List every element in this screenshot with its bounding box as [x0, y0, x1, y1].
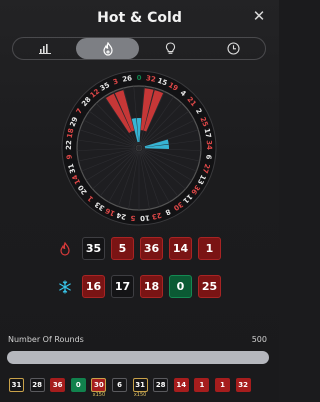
wheel-number: 5 [130, 214, 136, 222]
history-result: 0 [70, 378, 86, 392]
clock-icon [227, 42, 240, 55]
cold-number: 18 [140, 275, 163, 298]
cold-number: 17 [111, 275, 134, 298]
history-result: 31 [9, 378, 24, 392]
tab-bar [12, 37, 266, 60]
snowflake-icon [57, 279, 73, 295]
cold-number: 0 [169, 275, 192, 298]
hot-number: 14 [169, 237, 192, 260]
bar-chart-icon [38, 44, 51, 54]
history-result: 28 [29, 378, 45, 392]
history-multiplier: x150 [133, 392, 147, 398]
history-result: 28 [153, 378, 169, 392]
wheel-number: 22 [65, 140, 73, 150]
hot-cold-panel: Hot & Cold ✕ 0 32 15 19 4 21 2 25 17 34 … [0, 0, 279, 402]
hot-number: 35 [82, 237, 105, 260]
history-result: 6 [112, 378, 127, 392]
rounds-label: Number Of Rounds [8, 335, 84, 344]
tab-tips[interactable] [139, 38, 202, 59]
history-result: 1 [194, 378, 210, 392]
wheel-hub [135, 144, 143, 152]
wheel-number: 10 [140, 213, 151, 222]
history-multiplier: x150 [92, 392, 106, 398]
wheel-number: 26 [122, 74, 133, 84]
cold-numbers-row: 16 17 18 0 25 [57, 275, 221, 298]
history-result: 30 [91, 378, 107, 392]
lightbulb-icon [165, 42, 176, 54]
rounds-value: 500 [251, 335, 267, 344]
history-result: 36 [50, 378, 66, 392]
fire-ice-icon [102, 41, 113, 56]
wheel-number: 34 [205, 140, 213, 150]
hot-number: 1 [198, 237, 221, 260]
wheel-number: 32 [145, 74, 156, 84]
hot-number: 5 [111, 237, 134, 260]
history-result: 1 [215, 378, 230, 392]
close-icon[interactable]: ✕ [251, 8, 267, 24]
wheel-number: 0 [137, 74, 142, 82]
hot-number: 36 [140, 237, 163, 260]
history-result: 31 [132, 378, 148, 392]
tab-stats[interactable] [13, 38, 76, 59]
tab-history[interactable] [202, 38, 265, 59]
hot-numbers-row: 35 5 36 14 1 [57, 237, 221, 260]
rounds-slider[interactable] [7, 351, 269, 364]
cold-number: 16 [82, 275, 105, 298]
history-result: 14 [173, 378, 189, 392]
fire-icon [57, 241, 73, 257]
history-result: 32 [235, 378, 251, 392]
roulette-wheel-chart: 0 32 1519421225173462713361130823105241633… [61, 70, 217, 226]
panel-title: Hot & Cold [97, 10, 182, 26]
tab-hot-cold[interactable] [76, 38, 139, 59]
cold-number: 25 [198, 275, 221, 298]
